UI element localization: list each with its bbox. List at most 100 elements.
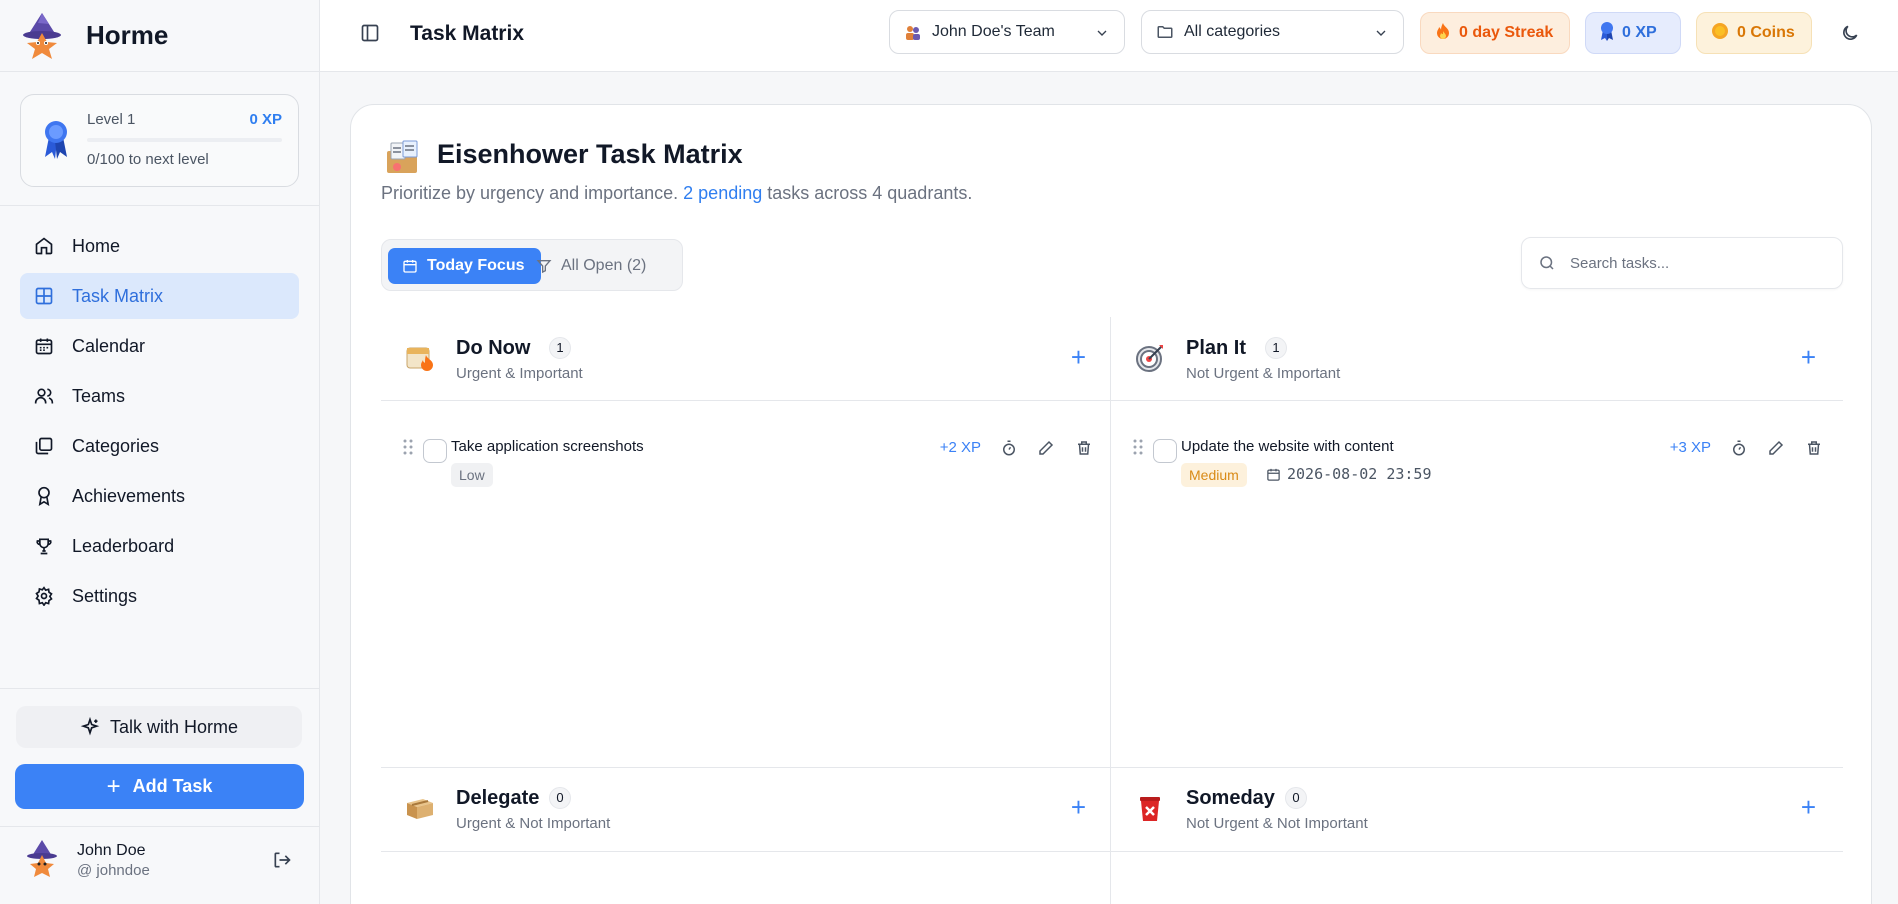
add-task-button[interactable]: + Add Task — [15, 764, 304, 809]
sidebar-item-leaderboard[interactable]: Leaderboard — [20, 523, 299, 569]
calendar-icon — [403, 260, 417, 273]
subtitle-text: tasks across 4 quadrants. — [762, 183, 973, 203]
task-xp: +2 XP — [939, 439, 981, 456]
add-task-plus-icon[interactable]: + — [1801, 794, 1816, 820]
sidebar-item-label: Categories — [72, 435, 160, 456]
folder-icon — [1157, 26, 1173, 38]
team-select-value: John Doe's Team — [932, 23, 1055, 40]
view-tabs: Today Focus All Open (2) — [381, 239, 683, 291]
page-title: Task Matrix — [410, 22, 524, 45]
award-icon — [38, 486, 50, 506]
category-select[interactable]: All categories — [1141, 10, 1404, 54]
level-title: Level 1 — [87, 111, 136, 128]
xp-badge[interactable]: 0 XP — [1585, 12, 1681, 54]
task-checkbox[interactable] — [1153, 439, 1177, 463]
search-icon — [1540, 256, 1554, 270]
divider — [0, 688, 319, 689]
sidebar-item-categories[interactable]: Categories — [20, 423, 299, 469]
users-icon — [34, 388, 54, 404]
sidebar-nav: Home Task Matrix Calendar Teams Categori… — [20, 223, 299, 623]
coins-badge[interactable]: 0 Coins — [1696, 12, 1812, 54]
logout-icon[interactable] — [272, 850, 292, 875]
pending-count: 2 pending — [683, 183, 763, 203]
task-checkbox[interactable] — [423, 439, 447, 463]
plus-icon: + — [106, 772, 121, 800]
add-task-plus-icon[interactable]: + — [1071, 344, 1086, 370]
subtitle-text: Prioritize by urgency and importance. — [381, 183, 684, 203]
calendar-icon — [1267, 468, 1280, 481]
sidebar-item-label: Settings — [72, 585, 138, 606]
trophy-icon — [36, 538, 52, 555]
chevron-down-icon — [1376, 30, 1386, 36]
level-progress-bar — [87, 138, 282, 142]
timer-icon[interactable] — [1730, 439, 1748, 457]
topbar: Task Matrix John Doe's Team All categori… — [320, 0, 1898, 72]
trash-icon[interactable] — [1075, 439, 1093, 457]
chevron-down-icon — [1097, 30, 1107, 36]
team-select[interactable]: John Doe's Team — [889, 10, 1125, 54]
search-box[interactable] — [1521, 237, 1843, 289]
coin-icon — [1711, 22, 1729, 45]
level-progress-text: 0/100 to next level — [87, 151, 209, 168]
priority-badge: Low — [451, 463, 493, 487]
moon-icon[interactable] — [1840, 23, 1860, 48]
task-xp: +3 XP — [1669, 439, 1711, 456]
user-name: John Doe — [77, 842, 146, 859]
matrix-card: Eisenhower Task Matrix Prioritize by urg… — [350, 104, 1872, 904]
sidebar-item-achievements[interactable]: Achievements — [20, 473, 299, 519]
divider — [0, 205, 319, 206]
streak-badge[interactable]: 0 day Streak — [1420, 12, 1570, 54]
ribbon-medal-icon — [43, 119, 69, 164]
divider — [381, 767, 1843, 768]
sidebar-toggle-icon[interactable] — [360, 23, 380, 48]
brand[interactable]: Horme — [0, 0, 319, 72]
package-icon — [405, 793, 435, 823]
divider — [0, 826, 319, 827]
drag-handle-icon[interactable] — [1133, 439, 1143, 455]
talk-with-horme-button[interactable]: Talk with Horme — [16, 706, 302, 748]
timer-icon[interactable] — [1000, 439, 1018, 457]
quadrant-count-badge: 0 — [549, 787, 571, 809]
sidebar-item-calendar[interactable]: Calendar — [20, 323, 299, 369]
filter-icon — [536, 260, 552, 274]
sidebar-item-teams[interactable]: Teams — [20, 373, 299, 419]
add-task-plus-icon[interactable]: + — [1071, 794, 1086, 820]
calendar-icon — [35, 338, 53, 355]
matrix-subtitle: Prioritize by urgency and importance. 2 … — [381, 183, 972, 204]
wizard-logo-icon — [18, 11, 68, 61]
due-date: 2026-08-02 23:59 — [1266, 465, 1432, 483]
sidebar: Horme Level 1 0 XP 0/100 to next level H… — [0, 0, 320, 904]
task-item[interactable]: Update the website with content Medium 2… — [1133, 431, 1823, 491]
category-select-value: All categories — [1184, 23, 1281, 40]
search-input[interactable] — [1570, 254, 1820, 272]
tab-all-open[interactable]: All Open (2) — [522, 248, 662, 284]
sidebar-item-task-matrix[interactable]: Task Matrix — [20, 273, 299, 319]
sidebar-item-settings[interactable]: Settings — [20, 573, 299, 619]
sidebar-item-label: Leaderboard — [72, 535, 175, 556]
talk-button-label: Talk with Horme — [109, 716, 239, 737]
edit-pencil-icon[interactable] — [1767, 439, 1785, 457]
sidebar-item-label: Achievements — [72, 485, 186, 506]
grid-icon — [35, 287, 53, 305]
tab-today-focus[interactable]: Today Focus — [388, 248, 541, 284]
add-task-label: Add Task — [132, 776, 213, 796]
drag-handle-icon[interactable] — [403, 439, 413, 455]
user-profile[interactable]: John Doe @ johndoe — [22, 840, 302, 884]
sidebar-item-home[interactable]: Home — [20, 223, 299, 269]
quadrant-count-badge: 1 — [549, 337, 571, 359]
divider — [381, 851, 1843, 852]
quadrant-desc: Not Urgent & Not Important — [1186, 815, 1368, 832]
matrix-title: Eisenhower Task Matrix — [437, 139, 743, 169]
add-task-plus-icon[interactable]: + — [1801, 344, 1816, 370]
edit-pencil-icon[interactable] — [1037, 439, 1055, 457]
task-item[interactable]: Take application screenshots Low +2 XP — [403, 431, 1093, 491]
task-title: Update the website with content — [1181, 438, 1394, 455]
level-xp: 0 XP — [249, 111, 282, 128]
trash-icon[interactable] — [1805, 439, 1823, 457]
matrix-icon — [383, 137, 423, 177]
target-icon — [1135, 343, 1165, 373]
brand-name: Horme — [86, 20, 169, 50]
quadrant-name: Do Now — [456, 337, 531, 359]
sidebar-item-label: Teams — [72, 385, 126, 406]
team-icon — [904, 23, 922, 41]
